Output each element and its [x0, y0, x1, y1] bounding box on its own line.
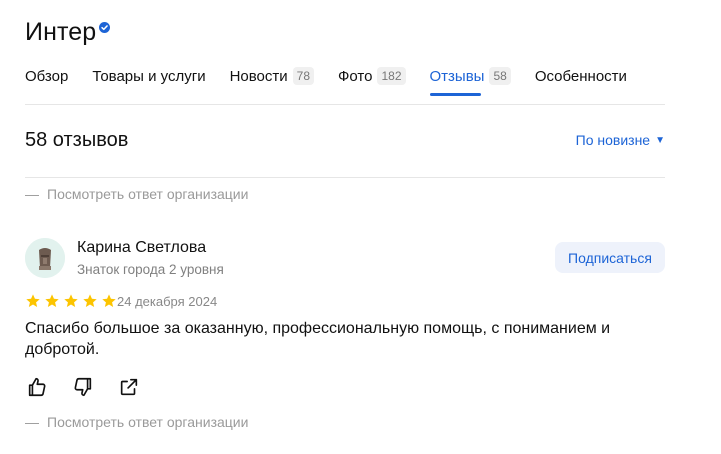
tab-bar: Обзор Товары и услуги Новости 78 Фото 18… [25, 66, 651, 96]
moai-avatar-icon [25, 238, 65, 278]
tab-features[interactable]: Особенности [535, 66, 627, 86]
dash-icon: — [25, 414, 39, 430]
count-badge: 182 [377, 67, 406, 85]
org-reply-link[interactable]: — Посмотреть ответ организации [25, 186, 248, 202]
thumbs-up-icon [28, 377, 46, 397]
star-icon [64, 294, 78, 307]
tab-goods-services[interactable]: Товары и услуги [92, 66, 205, 86]
avatar[interactable] [25, 238, 65, 278]
org-reply-label: Посмотреть ответ организации [47, 414, 249, 430]
star-icon [45, 294, 59, 307]
review-actions [25, 375, 163, 399]
tab-label: Особенности [534, 67, 627, 85]
reviews-count: 58 отзывов [25, 129, 129, 151]
star-icon [83, 294, 97, 307]
tab-news[interactable]: Новости 78 [229, 66, 315, 86]
author-name[interactable]: Карина Светлова [77, 239, 206, 257]
tab-overview[interactable]: Обзор [25, 66, 68, 86]
like-button[interactable] [25, 375, 49, 399]
tab-reviews[interactable]: Отзывы 58 [429, 66, 511, 96]
tab-label: Новости [229, 67, 288, 85]
tab-label: Обзор [25, 67, 69, 85]
share-button[interactable] [117, 375, 141, 399]
verified-check-icon [99, 22, 111, 33]
share-icon [120, 378, 138, 396]
tab-photos[interactable]: Фото 182 [338, 66, 406, 86]
dash-icon: — [25, 186, 39, 202]
tabs-divider [25, 104, 665, 105]
author-level: Знаток города 2 уровня [77, 262, 224, 277]
caret-down-icon: ▼ [655, 134, 665, 146]
review-date: 24 декабря 2024 [117, 294, 218, 309]
rating-stars [25, 293, 120, 309]
page-title: Интер [25, 18, 97, 46]
title-row: Интер [25, 18, 111, 47]
subscribe-button[interactable]: Подписаться [555, 242, 665, 273]
tab-label: Фото [338, 67, 373, 85]
count-badge: 58 [489, 67, 511, 85]
tab-label: Отзывы [429, 67, 485, 85]
org-reply-label: Посмотреть ответ организации [47, 186, 249, 202]
tab-label: Товары и услуги [92, 67, 206, 85]
reviews-divider [25, 177, 665, 178]
sort-dropdown[interactable]: По новизне ▼ [576, 132, 665, 148]
star-icon [102, 294, 116, 307]
dislike-button[interactable] [71, 375, 95, 399]
thumbs-down-icon [74, 377, 92, 397]
count-badge: 78 [292, 67, 315, 85]
org-reply-link[interactable]: — Посмотреть ответ организации [25, 414, 248, 430]
review-text: Спасибо большое за оказанную, профессион… [25, 320, 611, 358]
star-icon [26, 294, 40, 307]
sort-label: По новизне [575, 132, 651, 148]
